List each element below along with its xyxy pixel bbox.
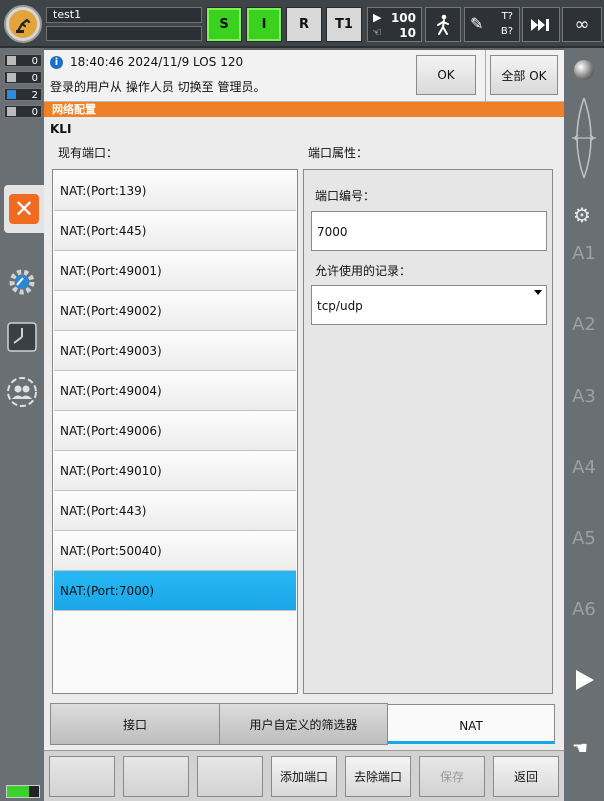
port-list-item[interactable]: NAT:(Port:49010) [54, 451, 296, 491]
port-list-item[interactable]: NAT:(Port:50040) [54, 531, 296, 571]
smartpad-screen: test1 S I R T1 ▶ 100 ☜ 10 ✎ T? B? ∞ 0 0 … [0, 0, 604, 801]
allowed-protocol-label: 允许使用的记录： [315, 264, 412, 278]
axis-a3[interactable]: A3 [564, 386, 604, 407]
divider [485, 50, 486, 102]
submit-interpreter-status[interactable]: S [206, 7, 242, 42]
port-list-item[interactable]: NAT:(Port:7000) [54, 571, 296, 611]
user-group-icon[interactable] [6, 376, 38, 408]
jog-hand-icon[interactable]: ☚ [572, 738, 588, 759]
dropdown-arrow-icon [534, 290, 542, 295]
wait-icon [7, 107, 16, 116]
port-list-item[interactable]: NAT:(Port:49003) [54, 331, 296, 371]
tab-nat[interactable]: NAT [387, 704, 555, 744]
allowed-protocol-value: tcp/udp [317, 299, 363, 313]
robot-arm-icon [9, 10, 37, 38]
top-status-bar: test1 S I R T1 ▶ 100 ☜ 10 ✎ T? B? ∞ [0, 0, 604, 48]
tool-icon: ✎ [470, 14, 484, 33]
port-list-item[interactable]: NAT:(Port:49002) [54, 291, 296, 331]
override-status[interactable]: ▶ 100 ☜ 10 [367, 7, 422, 42]
left-rail: 0 0 2 0 ✕ [0, 48, 44, 801]
tool-value: T? [501, 11, 513, 22]
allowed-protocol-select[interactable]: tcp/udp [311, 285, 547, 325]
softkey-empty-2 [123, 756, 189, 797]
port-list-item[interactable]: NAT:(Port:443) [54, 491, 296, 531]
axis-a1[interactable]: A1 [564, 243, 604, 264]
jog-hand-icon: ☜ [372, 26, 382, 39]
main-menu-button[interactable] [4, 5, 42, 43]
port-list-item[interactable]: NAT:(Port:49004) [54, 371, 296, 411]
back-button[interactable]: 返回 [493, 756, 559, 797]
robot-name: test1 [46, 7, 202, 23]
info-icon: i [50, 56, 63, 69]
count-value: 2 [31, 90, 38, 101]
softkey-empty-1 [49, 756, 115, 797]
skip-forward-icon[interactable] [522, 7, 560, 42]
ok-button[interactable]: OK [416, 55, 476, 95]
port-list-item[interactable]: NAT:(Port:49006) [54, 411, 296, 451]
save-button[interactable]: 保存 [419, 756, 485, 797]
port-list-item[interactable]: NAT:(Port:49001) [54, 251, 296, 291]
status-icon [7, 73, 16, 82]
jog-override: 10 [399, 26, 416, 40]
clock-icon[interactable] [6, 321, 38, 353]
message-count-ack[interactable]: 0 [4, 54, 42, 67]
network-config-window: KLI 现有端口： 端口属性： NAT:(Port:139) NAT:(Port:… [44, 117, 564, 750]
close-window-button[interactable]: ✕ [4, 185, 44, 233]
walking-person-icon[interactable] [425, 7, 461, 42]
axis-a5[interactable]: A5 [564, 528, 604, 549]
message-count-info[interactable]: 2 [4, 88, 42, 101]
play-icon: ▶ [373, 11, 382, 24]
port-properties-panel: 端口编号： 7000 允许使用的记录： tcp/udp [303, 169, 553, 694]
tab-user-filter[interactable]: 用户自定义的筛选器 [219, 703, 388, 745]
message-timestamp: 18:40:46 2024/11/9 LOS 120 [70, 55, 244, 69]
properties-label: 端口属性： [308, 146, 369, 160]
count-value: 0 [31, 56, 38, 67]
count-value: 0 [31, 107, 38, 118]
start-forward-icon[interactable] [574, 668, 596, 696]
port-list[interactable]: NAT:(Port:139) NAT:(Port:445) NAT:(Port:49… [52, 169, 298, 694]
battery-indicator [6, 785, 40, 798]
remove-port-button[interactable]: 去除端口 [345, 756, 411, 797]
port-list-item[interactable]: NAT:(Port:445) [54, 211, 296, 251]
message-count-wait[interactable]: 0 [4, 105, 42, 118]
settings-gear-icon[interactable] [6, 266, 38, 298]
port-number-field[interactable]: 7000 [311, 211, 547, 251]
axis-a4[interactable]: A4 [564, 457, 604, 478]
robot-axis-icon[interactable]: ⚙ [573, 203, 591, 227]
ok-all-button[interactable]: 全部 OK [490, 55, 558, 95]
softkey-empty-3 [197, 756, 263, 797]
axis-a6[interactable]: A6 [564, 599, 604, 620]
info-icon [7, 90, 16, 99]
increment-mode[interactable]: ∞ [562, 7, 602, 42]
ack-icon [7, 56, 16, 65]
drives-status[interactable]: I [246, 7, 282, 42]
robot-interpreter-status[interactable]: R [286, 7, 322, 42]
tab-interface[interactable]: 接口 [50, 703, 220, 745]
add-port-button[interactable]: 添加端口 [271, 756, 337, 797]
section-title: KLI [50, 122, 72, 136]
program-line [46, 26, 202, 41]
globe-icon[interactable] [574, 60, 594, 80]
ports-label: 现有端口： [58, 146, 119, 160]
message-window: i 18:40:46 2024/11/9 LOS 120 登录的用户从 操作人员… [44, 50, 564, 102]
port-list-item[interactable]: NAT:(Port:139) [54, 171, 296, 211]
message-text: 登录的用户从 操作人员 切换至 管理员。 [50, 80, 266, 94]
close-icon: ✕ [9, 194, 39, 224]
program-override: 100 [390, 11, 416, 25]
tool-base-status[interactable]: ✎ T? B? [464, 7, 520, 42]
softkey-bar: 添加端口 去除端口 保存 返回 [44, 750, 564, 801]
count-value: 0 [31, 73, 38, 84]
tab-bar: 接口 用户自定义的筛选器 NAT [50, 703, 556, 745]
operating-mode-status[interactable]: T1 [326, 7, 362, 42]
port-number-label: 端口编号： [315, 189, 376, 203]
message-count-status[interactable]: 0 [4, 71, 42, 84]
window-title: 网络配置 [44, 102, 564, 117]
right-rail: ⚙ A1 A2 A3 A4 A5 A6 ☚ [564, 48, 604, 801]
axis-a2[interactable]: A2 [564, 314, 604, 335]
jog-3d-mouse-icon[interactable] [568, 93, 600, 183]
base-value: B? [500, 26, 513, 37]
